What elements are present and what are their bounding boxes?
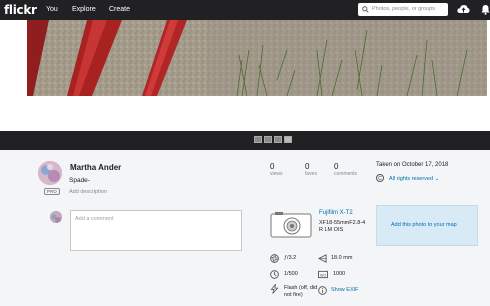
info-icon [318,286,327,295]
nav-you[interactable]: You [46,6,58,13]
owner-name[interactable]: Martha Ander [70,163,121,172]
flickr-logo[interactable]: flickr [4,3,37,17]
thumbnail[interactable] [264,136,272,143]
nav-create[interactable]: Create [109,6,130,13]
photo-title[interactable]: Spade- [69,177,90,184]
nav-explore[interactable]: Explore [72,6,96,13]
add-description-link[interactable]: Add description [69,189,107,195]
top-nav-bar: flickr You Explore Create Photos, people… [0,0,490,20]
main-photo [27,20,487,96]
owner-avatar[interactable] [38,161,62,185]
chevron-down-icon: ⌄ [434,176,440,182]
add-to-map-box[interactable]: Add this photo to your map [376,205,478,246]
search-placeholder: Photos, people, or groups [372,6,435,12]
license-label: All rights reserved [389,176,434,182]
commenter-avatar [50,211,62,223]
comments-count: 0 [334,162,339,171]
thumbnail-current[interactable] [284,136,292,143]
photostream-bar [0,131,490,150]
iso-icon: ISO [318,270,328,279]
thumbnail[interactable] [274,136,282,143]
comment-input[interactable]: Add a comment [70,210,242,251]
views-count: 0 [270,162,275,171]
iso-value: 1000 [333,271,346,277]
flash-icon [270,284,279,294]
shutter-speed-value: 1/500 [284,271,298,277]
pro-badge: PRO [44,188,60,195]
upload-cloud-icon[interactable] [457,4,470,15]
license-dropdown[interactable]: All rights reserved ⌄ [389,176,439,182]
focal-length-value: 18.0 mm [331,255,353,261]
faves-count: 0 [305,162,310,171]
search-box[interactable]: Photos, people, or groups [358,3,448,16]
aperture-value: ƒ/3.2 [284,255,297,261]
camera-model-link[interactable]: Fujifilm X-T2 [319,210,353,216]
shutter-speed-icon [270,270,279,279]
taken-date[interactable]: Taken on October 17, 2018 [376,162,448,168]
focal-length-icon [318,254,327,263]
copyright-icon: C [376,174,384,182]
aperture-icon [270,254,279,263]
notification-bell-icon[interactable] [481,4,490,15]
thumbnail[interactable] [254,136,262,143]
comment-placeholder: Add a comment [75,216,114,222]
show-exif-link[interactable]: Show EXIF [331,287,359,293]
photo-viewer[interactable] [0,20,490,131]
views-label: views [270,171,283,177]
svg-text:ISO: ISO [320,273,326,277]
flash-value: Flash (off, did not fire) [284,285,318,298]
add-to-map-link[interactable]: Add this photo to your map [391,222,457,228]
camera-icon [270,212,312,238]
comments-label: comments [334,171,358,177]
search-icon [362,6,369,13]
faves-label: faves [305,171,317,177]
lens-name: XF18-55mmF2.8-4 R LM OIS [319,220,366,233]
